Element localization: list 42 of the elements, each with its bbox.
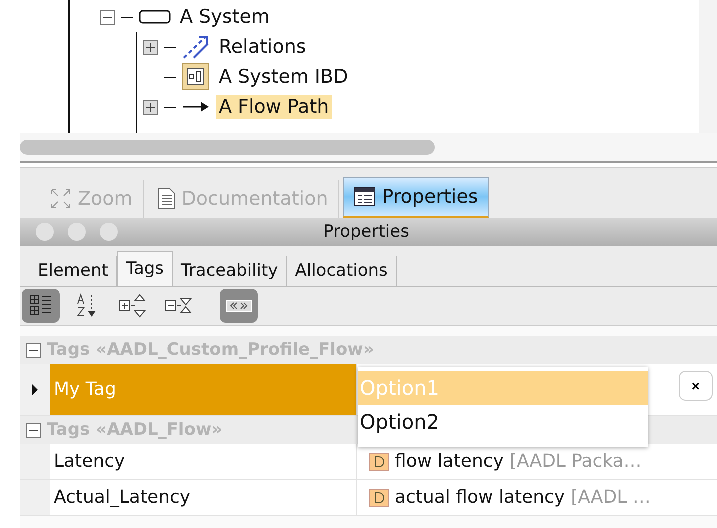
qualifier-text: [AADL Packa… — [510, 451, 642, 472]
datatype-icon — [369, 488, 389, 506]
sort-icon — [75, 293, 99, 319]
tab[interactable]: Allocations — [287, 256, 397, 286]
collapse-icon[interactable] — [100, 10, 115, 24]
tree-item[interactable]: A System — [177, 5, 273, 29]
diagram-icon — [182, 63, 210, 91]
block-icon — [139, 9, 171, 25]
dropdown-option[interactable]: Option2 — [358, 405, 648, 439]
clear-button[interactable]: × — [679, 371, 713, 401]
toolbar-button[interactable] — [220, 289, 258, 323]
property-name[interactable]: Latency — [50, 444, 357, 479]
tree-item[interactable]: A Flow Path — [216, 95, 332, 119]
view-tab[interactable]: Properties — [343, 177, 490, 218]
group-title: Tags «AADL_Custom_Profile_Flow» — [47, 340, 374, 360]
collapse-icon[interactable] — [26, 342, 41, 358]
expand-all-icon — [119, 293, 147, 319]
datatype-icon — [369, 452, 389, 470]
qualifier-text: [AADL … — [571, 487, 651, 508]
scrollbar-thumb[interactable] — [20, 140, 435, 154]
toggle-icon — [226, 300, 252, 312]
table-icon — [354, 187, 376, 207]
group-title: Tags «AADL_Flow» — [47, 420, 223, 440]
tree-item[interactable]: Relations — [216, 35, 310, 59]
document-icon — [158, 188, 176, 210]
expand-icon[interactable] — [143, 100, 158, 114]
arrow-icon — [182, 101, 210, 113]
row-header[interactable] — [20, 364, 50, 415]
categorized-icon — [29, 294, 53, 318]
tab[interactable]: Traceability — [173, 256, 288, 286]
value-text: flow latency — [395, 451, 504, 472]
toolbar-button[interactable] — [22, 289, 60, 323]
collapse-icon[interactable] — [26, 422, 41, 438]
tab[interactable]: Tags — [117, 251, 174, 286]
property-name[interactable]: Actual_Latency — [50, 480, 357, 515]
row-pointer-icon — [31, 382, 39, 396]
zoom-icon — [50, 188, 72, 210]
relation-arrow-icon — [182, 34, 210, 60]
panel-title: Properties — [322, 222, 410, 242]
tree-item[interactable]: A System IBD — [216, 65, 352, 89]
expand-icon[interactable] — [143, 40, 158, 54]
value-text: actual flow latency — [395, 487, 566, 508]
